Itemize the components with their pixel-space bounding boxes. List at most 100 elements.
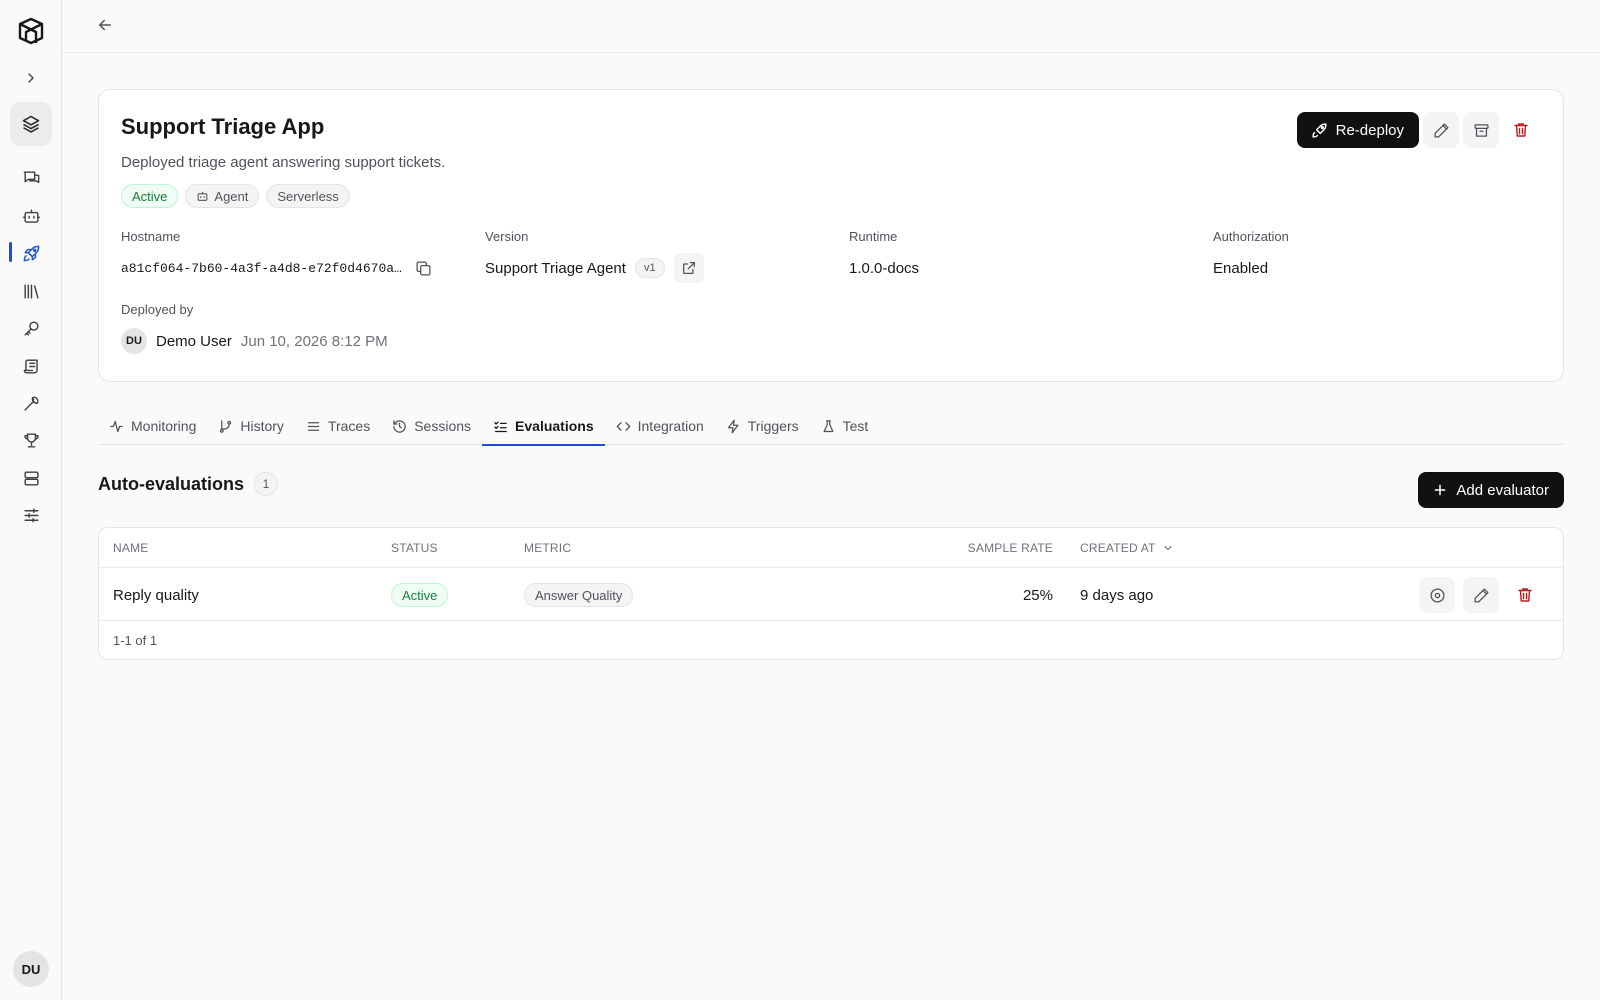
mode-badge-label: Serverless [277,188,339,204]
toggle-evaluator-button[interactable] [1419,577,1455,613]
sidebar-item-servers[interactable] [10,459,52,497]
flask-icon [823,419,834,432]
tab-integration[interactable]: Integration [605,407,715,445]
tab-history[interactable]: History [207,407,295,445]
server-icon [23,470,39,486]
version-row: Support Triage Agent v1 [485,253,704,283]
trophy-icon [23,432,39,448]
edit-evaluator-button[interactable] [1463,577,1499,613]
edit-app-button[interactable] [1423,112,1459,148]
wrench-icon [23,395,39,411]
scroll-icon [23,358,38,374]
tab-test[interactable]: Test [810,407,880,445]
back-button[interactable] [96,16,114,34]
runtime-value: 1.0.0-docs [849,259,920,277]
mode-badge: Serverless [266,184,350,208]
sidebar-item-keys[interactable] [10,309,52,347]
evaluations-header: Auto-evaluations 1 [98,472,279,496]
add-evaluator-button[interactable]: Add evaluator [1418,472,1564,508]
sidebar-item-layers[interactable] [10,102,52,146]
app-actions: Re-deploy [1296,112,1539,148]
runtime-field: Runtime 1.0.0-docs [849,229,919,279]
delete-evaluator-button[interactable] [1507,577,1543,613]
archive-app-button[interactable] [1463,112,1499,148]
column-header-created-at-label: CREATED AT [1080,541,1156,555]
column-header-name[interactable]: NAME [113,541,148,555]
copy-icon [416,260,431,276]
evaluator-status-badge: Active [391,583,449,607]
activity-icon [110,420,123,432]
evaluators-table: NAME STATUS METRIC SAMPLE RATE CREATED A… [98,527,1564,660]
sidebar-item-agents[interactable] [10,197,52,235]
page-title: Support Triage App [121,114,325,139]
trash-icon [1514,123,1528,137]
zap-icon [727,419,739,433]
tab-triggers[interactable]: Triggers [715,407,810,445]
list-icon [307,421,320,431]
chevron-right-icon [28,73,34,83]
column-header-status[interactable]: STATUS [391,541,438,555]
layers-icon [22,115,40,133]
pencil-icon [1473,587,1489,603]
type-badge: Agent [185,184,260,208]
user-avatar[interactable]: DU [13,951,49,987]
top-bar [62,0,1600,53]
deployed-at: Jun 10, 2026 8:12 PM [240,332,388,350]
sidebar-item-chat[interactable] [10,159,52,197]
sidebar-item-library[interactable] [10,272,52,310]
deployed-by-field: Deployed by DU Demo User Jun 10, 2026 8:… [121,302,388,355]
plus-icon [1435,484,1446,496]
app-description: Deployed triage agent answering support … [121,154,446,171]
open-version-button[interactable] [673,253,704,283]
tab-traces[interactable]: Traces [295,407,381,445]
column-header-created-at[interactable]: CREATED AT [1080,541,1174,555]
hostname-value: a81cf064-7b60-4a3f-a4d8-e72f0d4670a… [121,260,402,276]
app-logo[interactable] [17,16,45,46]
sidebar-item-settings[interactable] [10,496,52,534]
pause-circle-icon [1429,587,1445,603]
sidebar: DU [0,0,62,1000]
expand-sidebar-button[interactable] [10,59,52,97]
app-badges: Active Agent Serverless [121,184,350,208]
tab-label: Integration [637,418,704,434]
sidebar-item-logs[interactable] [10,347,52,385]
archive-icon [1473,123,1489,137]
delete-app-button[interactable] [1503,112,1539,148]
sidebar-item-deployments[interactable] [10,234,52,272]
add-evaluator-label: Add evaluator [1456,481,1549,499]
authorization-label: Authorization [1213,229,1289,244]
sidebar-item-tools[interactable] [10,384,52,422]
rocket-icon [1312,122,1327,138]
status-badge: Active [121,184,179,208]
runtime-label: Runtime [849,229,898,244]
evaluator-name[interactable]: Reply quality [113,587,199,604]
tab-label: Evaluations [515,418,594,434]
tab-monitoring[interactable]: Monitoring [98,407,207,445]
table-row[interactable]: Reply quality Active Answer Quality 25% … [99,567,1563,621]
bot-icon [198,191,208,201]
column-header-metric[interactable]: METRIC [524,541,571,555]
tab-evaluations[interactable]: Evaluations [482,407,605,446]
evaluator-sample-rate: 25% [1022,586,1053,604]
library-icon [23,283,39,299]
pagination-summary: 1-1 of 1 [113,633,158,648]
copy-hostname-button[interactable] [411,255,437,281]
trash-icon [1518,588,1532,602]
sliders-icon [23,507,39,523]
redeploy-label: Re-deploy [1335,121,1404,139]
tab-sessions[interactable]: Sessions [381,407,482,445]
code-icon [616,421,630,431]
arrow-left-icon [99,19,111,31]
column-header-sample-rate[interactable]: SAMPLE RATE [968,541,1053,555]
row-actions [1419,577,1543,613]
evaluator-metric-badge: Answer Quality [524,583,634,607]
deployer-avatar: DU [121,328,147,354]
history-icon [393,419,406,433]
tab-label: Test [842,418,869,434]
sidebar-item-leaderboard[interactable] [10,421,52,459]
pencil-icon [1433,122,1449,138]
git-branch-icon [220,419,232,433]
redeploy-button[interactable]: Re-deploy [1296,112,1419,148]
version-value[interactable]: Support Triage Agent [485,260,626,277]
authorization-value: Enabled [1213,259,1269,277]
